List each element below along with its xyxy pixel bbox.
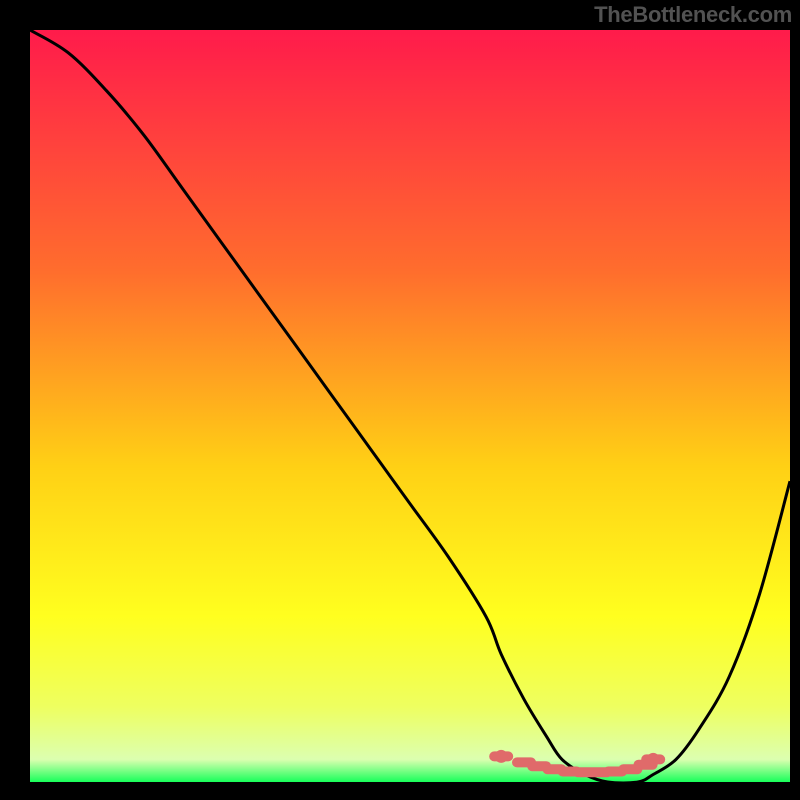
curve-marker-start: [495, 750, 508, 763]
watermark-text: TheBottleneck.com: [594, 2, 792, 28]
chart-container: { "watermark": "TheBottleneck.com", "col…: [0, 0, 800, 800]
curve-marker-end: [647, 753, 660, 766]
bottleneck-chart: [0, 0, 800, 800]
gradient-background: [30, 30, 790, 782]
